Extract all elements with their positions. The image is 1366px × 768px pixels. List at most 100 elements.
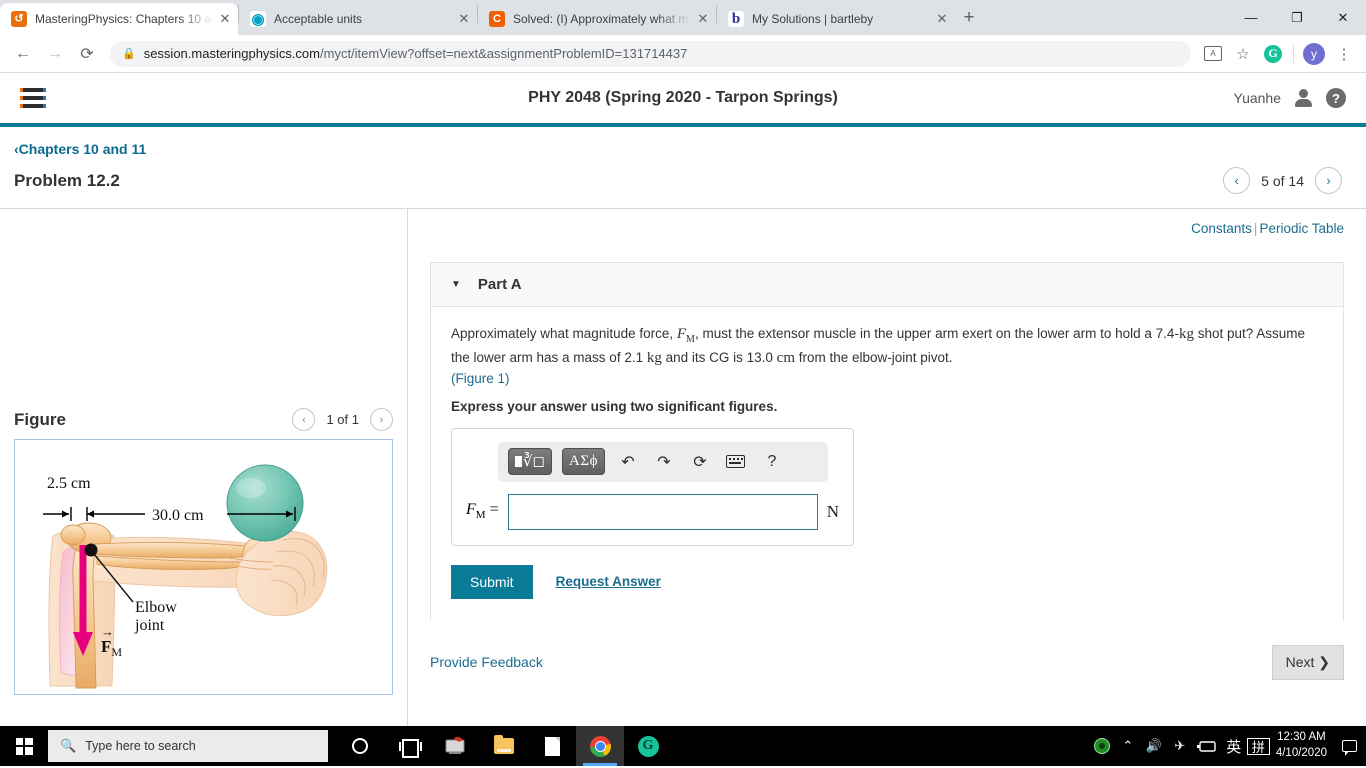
taskbar-apps: G bbox=[336, 726, 672, 766]
hamburger-menu-icon[interactable] bbox=[20, 88, 46, 108]
part-a-header[interactable]: ▼ Part A bbox=[431, 263, 1343, 307]
sqrt-template-icon[interactable]: ∛◻ bbox=[508, 448, 552, 475]
question-seg2: , must the extensor muscle in the upper … bbox=[694, 326, 1179, 341]
user-name: Yuanhe bbox=[1233, 90, 1282, 106]
site-header: PHY 2048 (Spring 2020 - Tarpon Springs) … bbox=[0, 73, 1366, 123]
translate-icon[interactable]: A bbox=[1199, 40, 1227, 68]
browser-tab-2[interactable]: ◉ Acceptable units ✕ bbox=[239, 3, 477, 35]
chevron-down-icon[interactable]: ▼ bbox=[451, 279, 461, 290]
undo-icon[interactable]: ↶ bbox=[615, 452, 641, 472]
reset-icon[interactable]: ⟳ bbox=[687, 452, 713, 472]
url-text: session.masteringphysics.com/myct/itemVi… bbox=[143, 46, 688, 61]
figure-panel: Figure ‹ 1 of 1 › 2.5 cm 30.0 cm Elbow j… bbox=[0, 209, 408, 726]
task-view-icon[interactable] bbox=[384, 726, 432, 766]
bookmark-star-icon[interactable]: ☆ bbox=[1229, 40, 1257, 68]
profile-avatar[interactable]: y bbox=[1300, 40, 1328, 68]
problem-header: Problem 12.2 ‹ 5 of 14 › bbox=[0, 159, 1366, 209]
figure-label-force-vector-arrow: → bbox=[101, 624, 114, 639]
answer-input[interactable] bbox=[507, 493, 818, 530]
mail-glyph bbox=[445, 736, 465, 754]
browser-tab-4[interactable]: b My Solutions | bartleby ✕ bbox=[717, 3, 955, 35]
help-icon[interactable]: ? bbox=[1326, 88, 1346, 108]
minimize-button[interactable]: — bbox=[1228, 0, 1274, 35]
question-seg4: and its CG is 13.0 bbox=[661, 350, 777, 365]
tab-close-icon[interactable]: ✕ bbox=[214, 8, 236, 30]
problem-pager-label: 5 of 14 bbox=[1261, 172, 1304, 189]
forward-icon[interactable]: → bbox=[40, 39, 70, 69]
next-button[interactable]: Next ❯ bbox=[1271, 644, 1344, 680]
shield-icon[interactable] bbox=[1089, 726, 1115, 766]
taskbar-search[interactable]: 🔍 Type here to search bbox=[48, 730, 328, 762]
document-icon[interactable] bbox=[528, 726, 576, 766]
toolbar-divider bbox=[1293, 44, 1294, 63]
ime-language-icon[interactable]: 英 bbox=[1221, 726, 1247, 766]
masteringphysics-page: PHY 2048 (Spring 2020 - Tarpon Springs) … bbox=[0, 73, 1366, 726]
provide-feedback-link[interactable]: Provide Feedback bbox=[430, 654, 543, 670]
figure-1-link[interactable]: (Figure 1) bbox=[451, 371, 1323, 386]
keyboard-icon[interactable] bbox=[723, 455, 749, 468]
redo-icon[interactable]: ↷ bbox=[651, 452, 677, 472]
back-icon[interactable]: ← bbox=[8, 39, 38, 69]
ime-mode-icon[interactable]: 拼 bbox=[1246, 737, 1270, 755]
new-tab-button[interactable]: + bbox=[955, 4, 983, 32]
request-answer-link[interactable]: Request Answer bbox=[556, 574, 661, 589]
figure-label-elbow-line1: Elbow bbox=[135, 599, 177, 616]
start-button[interactable] bbox=[0, 726, 48, 766]
answer-actions: Submit Request Answer bbox=[451, 564, 1323, 621]
file-explorer-icon[interactable] bbox=[480, 726, 528, 766]
browser-tab-1[interactable]: ↺ MasteringPhysics: Chapters 10 an ✕ bbox=[0, 3, 238, 35]
cortana-icon[interactable] bbox=[336, 726, 384, 766]
maximize-button[interactable]: ❐ bbox=[1274, 0, 1320, 35]
grammarly-icon[interactable]: G bbox=[1259, 40, 1287, 68]
periodic-table-link[interactable]: Periodic Table bbox=[1259, 221, 1344, 236]
address-bar[interactable]: 🔒 session.masteringphysics.com/myct/item… bbox=[110, 40, 1191, 67]
part-a-label: Part A bbox=[477, 276, 522, 293]
chevron-up-icon[interactable]: ⌃ bbox=[1115, 726, 1141, 766]
clock[interactable]: 12:30 AM 4/10/2020 bbox=[1270, 730, 1336, 761]
next-problem-button[interactable]: › bbox=[1315, 167, 1342, 194]
breadcrumb-link[interactable]: ‹Chapters 10 and 11 bbox=[14, 141, 146, 157]
prev-problem-button[interactable]: ‹ bbox=[1223, 167, 1251, 194]
part-a-panel: ▼ Part A Approximately what magnitude fo… bbox=[430, 262, 1344, 621]
mail-icon[interactable] bbox=[432, 726, 480, 766]
problem-content-panel: Constants | Periodic Table ▼ Part A Approx… bbox=[408, 209, 1366, 726]
math-help-icon[interactable]: ? bbox=[759, 453, 785, 471]
prev-figure-button[interactable]: ‹ bbox=[292, 408, 316, 431]
greek-symbols-icon[interactable]: ΑΣϕ bbox=[562, 448, 605, 475]
figure-label-2-5-cm: 2.5 cm bbox=[47, 475, 91, 492]
constants-link[interactable]: Constants bbox=[1191, 221, 1252, 236]
browser-menu-icon[interactable]: ⋮ bbox=[1330, 40, 1358, 68]
unit-kg-2: kg bbox=[646, 350, 662, 366]
tab-close-icon[interactable]: ✕ bbox=[453, 8, 475, 30]
reload-icon[interactable]: ⟳ bbox=[72, 39, 102, 69]
close-window-button[interactable]: ✕ bbox=[1320, 0, 1366, 35]
battery-glyph bbox=[1196, 740, 1216, 752]
figure-pager: ‹ 1 of 1 › bbox=[292, 408, 393, 431]
figure-pager-label: 1 of 1 bbox=[326, 412, 359, 427]
part-a-body: Approximately what magnitude force, FM, … bbox=[431, 307, 1343, 621]
battery-icon[interactable] bbox=[1193, 726, 1221, 766]
question-seg5: from the elbow-joint pivot. bbox=[794, 350, 953, 365]
search-icon: 🔍 bbox=[60, 738, 77, 753]
browser-tab-title: Acceptable units bbox=[274, 12, 363, 26]
chrome-icon[interactable] bbox=[576, 726, 624, 766]
search-placeholder: Type here to search bbox=[85, 739, 196, 753]
tab-close-icon[interactable]: ✕ bbox=[931, 8, 953, 30]
figure-image-container[interactable]: 2.5 cm 30.0 cm Elbow joint FM → bbox=[14, 439, 393, 695]
grammarly-icon[interactable]: G bbox=[624, 726, 672, 766]
bartleby-icon: b bbox=[728, 11, 744, 27]
next-figure-button[interactable]: › bbox=[370, 408, 393, 431]
course-title: PHY 2048 (Spring 2020 - Tarpon Springs) bbox=[528, 89, 838, 106]
problem-pager: ‹ 5 of 14 › bbox=[1223, 167, 1342, 194]
answer-instruction: Express your answer using two significan… bbox=[451, 398, 778, 414]
submit-button[interactable]: Submit bbox=[451, 564, 533, 599]
volume-icon[interactable]: 🔊 bbox=[1141, 726, 1167, 766]
unit-cm: cm bbox=[776, 350, 795, 366]
network-icon[interactable]: ✈ bbox=[1167, 726, 1193, 766]
tab-close-icon[interactable]: ✕ bbox=[692, 8, 714, 30]
notification-icon[interactable] bbox=[1336, 726, 1362, 766]
user-account-icon[interactable] bbox=[1295, 89, 1312, 107]
browser-tab-3[interactable]: C Solved: (I) Approximately what m ✕ bbox=[478, 3, 716, 35]
figure-label-elbow-line2: joint bbox=[134, 617, 165, 634]
answer-label: FM = bbox=[466, 501, 499, 522]
